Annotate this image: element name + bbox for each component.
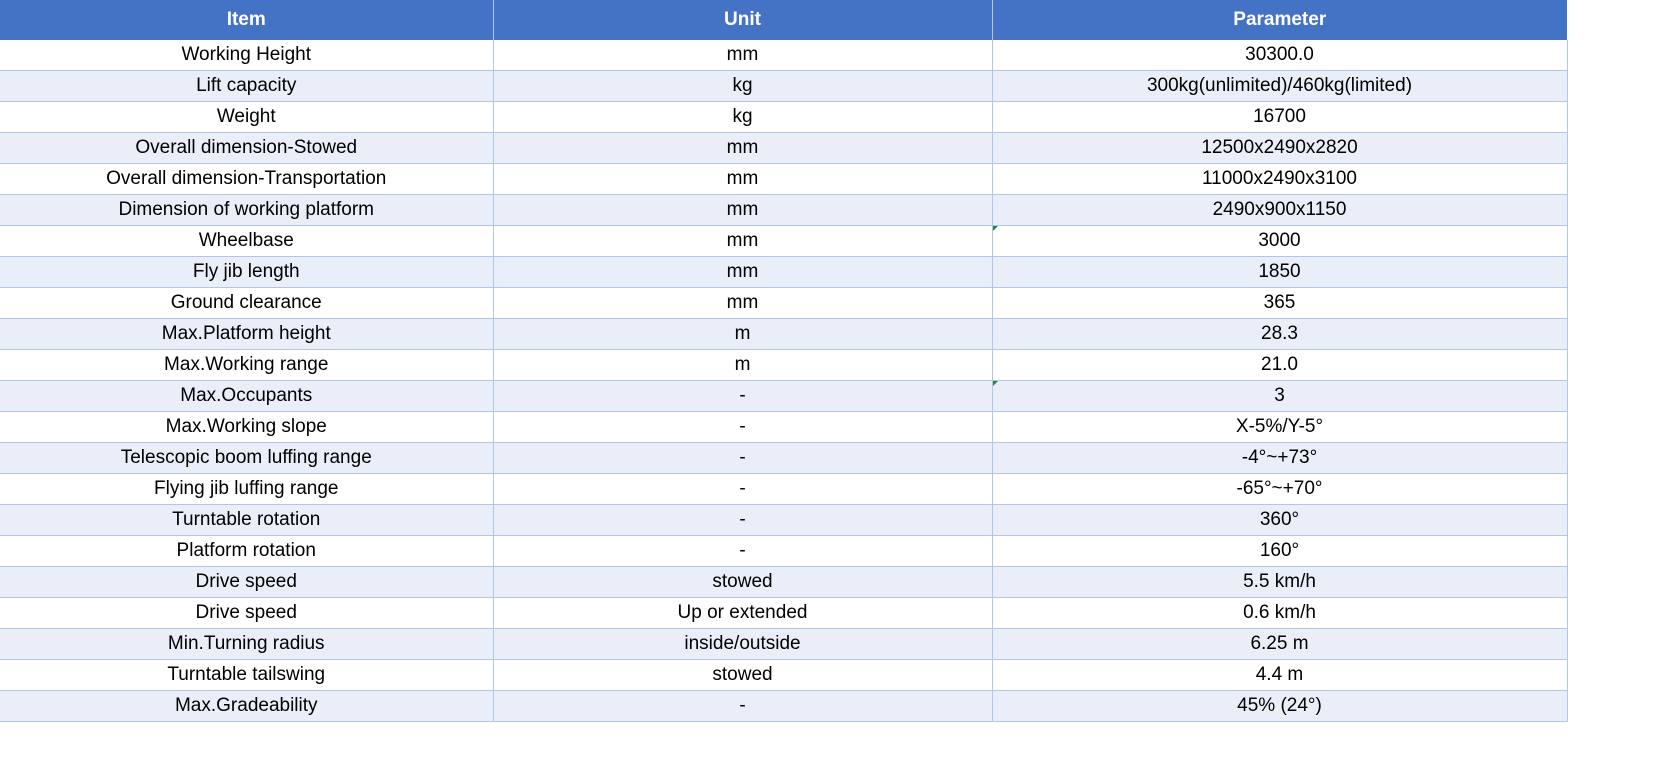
- item-cell[interactable]: Flying jib luffing range: [0, 473, 494, 505]
- unit-cell[interactable]: inside/outside: [493, 628, 993, 660]
- item-cell[interactable]: Wheelbase: [0, 225, 494, 257]
- unit-cell[interactable]: mm: [493, 132, 993, 164]
- parameter-cell[interactable]: -4°~+73°: [992, 442, 1568, 474]
- unit-cell[interactable]: stowed: [493, 659, 993, 691]
- table-row: Min.Turning radius inside/outside 6.25 m: [0, 628, 1568, 660]
- unit-cell[interactable]: -: [493, 380, 993, 412]
- unit-cell[interactable]: mm: [493, 287, 993, 319]
- parameter-cell[interactable]: 11000x2490x3100: [992, 163, 1568, 195]
- parameter-text: 3: [1274, 385, 1285, 406]
- item-cell[interactable]: Turntable tailswing: [0, 659, 494, 691]
- item-cell[interactable]: Turntable rotation: [0, 504, 494, 536]
- unit-cell[interactable]: stowed: [493, 566, 993, 598]
- unit-cell[interactable]: mm: [493, 40, 993, 71]
- parameter-cell[interactable]: 30300.0: [992, 40, 1568, 71]
- table-row: Overall dimension-Stowed mm 12500x2490x2…: [0, 132, 1568, 164]
- unit-cell[interactable]: -: [493, 535, 993, 567]
- item-cell[interactable]: Min.Turning radius: [0, 628, 494, 660]
- header-row: Item Unit Parameter: [0, 0, 1567, 40]
- item-cell[interactable]: Overall dimension-Stowed: [0, 132, 494, 164]
- unit-cell[interactable]: m: [493, 318, 993, 350]
- item-cell[interactable]: Weight: [0, 101, 494, 133]
- unit-cell[interactable]: m: [493, 349, 993, 381]
- table-row: Max.Platform height m 28.3: [0, 318, 1568, 350]
- item-cell[interactable]: Telescopic boom luffing range: [0, 442, 494, 474]
- comment-indicator-icon: [992, 226, 998, 231]
- table-row: Fly jib length mm 1850: [0, 256, 1568, 288]
- table-row: Max.Working slope - X-5%/Y-5°: [0, 411, 1568, 443]
- item-cell[interactable]: Max.Working range: [0, 349, 494, 381]
- unit-cell[interactable]: mm: [493, 256, 993, 288]
- unit-cell[interactable]: -: [493, 442, 993, 474]
- item-cell[interactable]: Max.Occupants: [0, 380, 494, 412]
- comment-indicator-icon: [992, 381, 998, 386]
- unit-cell[interactable]: mm: [493, 225, 993, 257]
- parameter-cell[interactable]: 3000: [992, 225, 1568, 257]
- spreadsheet-view: Item Unit Parameter Working Height mm 30…: [0, 0, 1655, 769]
- item-cell[interactable]: Drive speed: [0, 566, 494, 598]
- table-row: Weight kg 16700: [0, 101, 1568, 133]
- column-header-parameter[interactable]: Parameter: [992, 0, 1567, 40]
- parameter-cell[interactable]: 3: [992, 380, 1568, 412]
- table-row: Overall dimension-Transportation mm 1100…: [0, 163, 1568, 195]
- table-row: Drive speed stowed 5.5 km/h: [0, 566, 1568, 598]
- item-cell[interactable]: Lift capacity: [0, 70, 494, 102]
- table-row: Wheelbase mm 3000: [0, 225, 1568, 257]
- item-cell[interactable]: Ground clearance: [0, 287, 494, 319]
- table-row: Max.Occupants - 3: [0, 380, 1568, 412]
- parameter-cell[interactable]: 6.25 m: [992, 628, 1568, 660]
- table-row: Working Height mm 30300.0: [0, 40, 1568, 71]
- table-row: Telescopic boom luffing range - -4°~+73°: [0, 442, 1568, 474]
- parameter-cell[interactable]: 365: [992, 287, 1568, 319]
- unit-cell[interactable]: kg: [493, 70, 993, 102]
- parameter-text: 3000: [1258, 230, 1301, 251]
- item-cell[interactable]: Fly jib length: [0, 256, 494, 288]
- parameter-cell[interactable]: 360°: [992, 504, 1568, 536]
- specification-table: Item Unit Parameter Working Height mm 30…: [0, 0, 1568, 722]
- table-row: Flying jib luffing range - -65°~+70°: [0, 473, 1568, 505]
- item-cell[interactable]: Max.Platform height: [0, 318, 494, 350]
- table-row: Turntable rotation - 360°: [0, 504, 1568, 536]
- unit-cell[interactable]: mm: [493, 163, 993, 195]
- parameter-cell[interactable]: 2490x900x1150: [992, 194, 1568, 226]
- parameter-cell[interactable]: 1850: [992, 256, 1568, 288]
- item-cell[interactable]: Platform rotation: [0, 535, 494, 567]
- table-row: Max.Working range m 21.0: [0, 349, 1568, 381]
- parameter-cell[interactable]: 12500x2490x2820: [992, 132, 1568, 164]
- item-cell[interactable]: Max.Working slope: [0, 411, 494, 443]
- parameter-cell[interactable]: 0.6 km/h: [992, 597, 1568, 629]
- unit-cell[interactable]: mm: [493, 194, 993, 226]
- unit-cell[interactable]: -: [493, 504, 993, 536]
- unit-cell[interactable]: -: [493, 690, 993, 722]
- parameter-cell[interactable]: 28.3: [992, 318, 1568, 350]
- table-row: Turntable tailswing stowed 4.4 m: [0, 659, 1568, 691]
- unit-cell[interactable]: kg: [493, 101, 993, 133]
- parameter-cell[interactable]: 45% (24°): [992, 690, 1568, 722]
- table-row: Drive speed Up or extended 0.6 km/h: [0, 597, 1568, 629]
- table-row: Lift capacity kg 300kg(unlimited)/460kg(…: [0, 70, 1568, 102]
- item-cell[interactable]: Overall dimension-Transportation: [0, 163, 494, 195]
- column-header-item[interactable]: Item: [0, 0, 494, 40]
- parameter-cell[interactable]: 16700: [992, 101, 1568, 133]
- parameter-cell[interactable]: 160°: [992, 535, 1568, 567]
- table-row: Ground clearance mm 365: [0, 287, 1568, 319]
- parameter-cell[interactable]: X-5%/Y-5°: [992, 411, 1568, 443]
- parameter-cell[interactable]: 5.5 km/h: [992, 566, 1568, 598]
- item-cell[interactable]: Dimension of working platform: [0, 194, 494, 226]
- parameter-cell[interactable]: 21.0: [992, 349, 1568, 381]
- item-cell[interactable]: Drive speed: [0, 597, 494, 629]
- unit-cell[interactable]: -: [493, 411, 993, 443]
- parameter-cell[interactable]: 4.4 m: [992, 659, 1568, 691]
- item-cell[interactable]: Max.Gradeability: [0, 690, 494, 722]
- column-header-unit[interactable]: Unit: [493, 0, 993, 40]
- parameter-cell[interactable]: -65°~+70°: [992, 473, 1568, 505]
- unit-cell[interactable]: Up or extended: [493, 597, 993, 629]
- parameter-cell[interactable]: 300kg(unlimited)/460kg(limited): [992, 70, 1568, 102]
- unit-cell[interactable]: -: [493, 473, 993, 505]
- item-cell[interactable]: Working Height: [0, 40, 494, 71]
- table-row: Dimension of working platform mm 2490x90…: [0, 194, 1568, 226]
- table-row: Max.Gradeability - 45% (24°): [0, 690, 1568, 722]
- table-row: Platform rotation - 160°: [0, 535, 1568, 567]
